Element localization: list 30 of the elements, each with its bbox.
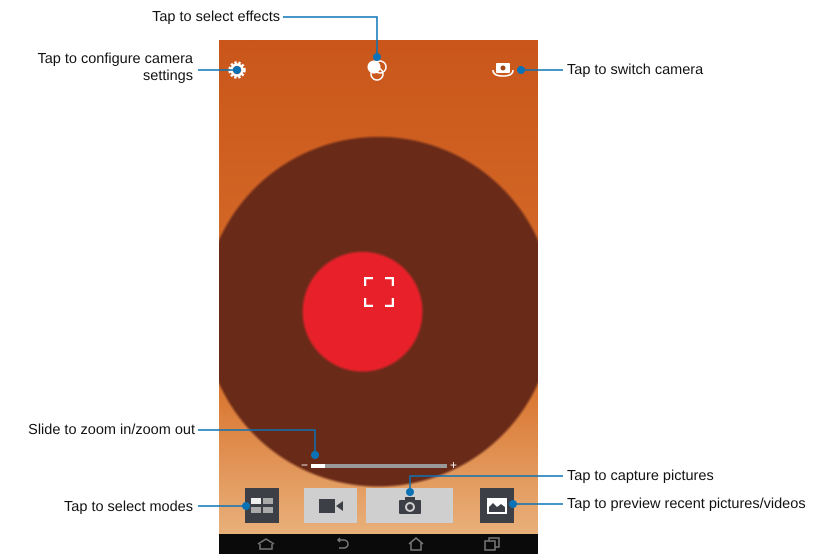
modes-button[interactable] bbox=[245, 488, 279, 523]
callout-label: Tap to select modes bbox=[64, 499, 193, 516]
leader-line bbox=[198, 66, 241, 74]
callout-label: Tap to configure camera settings bbox=[36, 51, 193, 85]
shutter-button[interactable] bbox=[366, 488, 453, 523]
leader-line bbox=[517, 66, 563, 74]
zoom-slider[interactable] bbox=[311, 464, 447, 468]
gallery-button[interactable] bbox=[480, 488, 514, 523]
overlapping-circles-icon[interactable] bbox=[366, 59, 388, 81]
home-outline-icon[interactable] bbox=[256, 538, 275, 550]
back-icon[interactable] bbox=[334, 537, 349, 551]
video-camera-icon bbox=[318, 498, 342, 512]
leader-line bbox=[509, 500, 563, 508]
callout-label: Tap to capture pictures bbox=[567, 468, 714, 485]
switch-camera-icon[interactable] bbox=[490, 61, 516, 79]
recent-apps-icon[interactable] bbox=[484, 537, 500, 551]
picture-icon bbox=[487, 498, 507, 514]
leader-line bbox=[198, 502, 250, 510]
grid-icon bbox=[251, 498, 273, 514]
video-button[interactable] bbox=[304, 488, 357, 523]
home-icon[interactable] bbox=[408, 537, 424, 551]
zoom-out-sign: − bbox=[301, 458, 308, 472]
callout-label: Tap to preview recent pictures/videos bbox=[567, 496, 806, 513]
callout-label: Tap to select effects bbox=[152, 9, 280, 26]
gear-icon[interactable] bbox=[227, 60, 247, 80]
callout-label: Tap to switch camera bbox=[567, 62, 704, 79]
zoom-in-sign: + bbox=[450, 458, 458, 472]
callout-label: Slide to zoom in/zoom out bbox=[28, 422, 195, 439]
focus-frame-icon bbox=[364, 277, 394, 307]
camera-icon bbox=[398, 497, 420, 514]
